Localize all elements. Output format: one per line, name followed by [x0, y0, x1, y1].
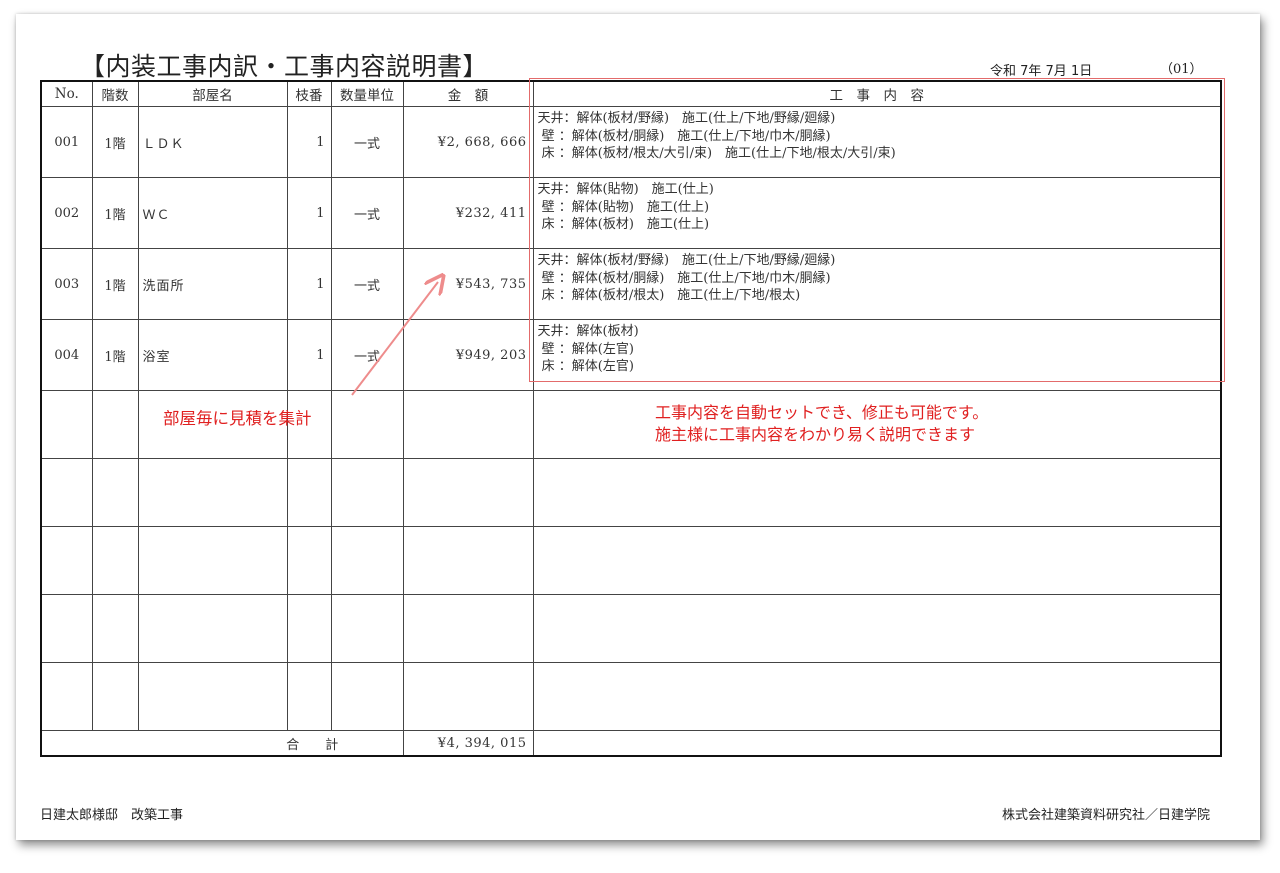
cell-amount: ¥232, 411	[402, 177, 534, 249]
cell-floor: 1階	[91, 106, 139, 178]
cell-no: 004	[40, 319, 93, 391]
page-number: （01）	[1160, 62, 1203, 77]
cell-unit: 一式	[330, 248, 404, 320]
document-title: 【内装工事内訳・工事内容説明書】	[80, 52, 489, 81]
cell-floor: 1階	[91, 177, 139, 249]
note-line: 施主様に工事内容をわかり易く説明できます	[655, 425, 976, 444]
header-branch: 枝番	[286, 80, 332, 107]
cell-no: 001	[40, 106, 93, 178]
cell-branch: 1	[286, 106, 332, 178]
cell-room: ＷＣ	[137, 177, 288, 249]
cell-room: 浴室	[137, 319, 288, 391]
project-name: 日建太郎様邸 改築工事	[40, 808, 184, 823]
company-name: 株式会社建築資料研究社／日建学院	[1001, 808, 1210, 823]
cell-room: 洗面所	[137, 248, 288, 320]
header-floor: 階数	[91, 80, 139, 107]
cell-unit: 一式	[330, 106, 404, 178]
cell-amount: ¥543, 735	[402, 248, 534, 320]
cell-unit: 一式	[330, 319, 404, 391]
empty-row	[40, 594, 1222, 663]
content-highlight-box	[529, 78, 1225, 382]
cell-room: ＬＤＫ	[137, 106, 288, 178]
header-no: No.	[40, 80, 93, 107]
cell-amount: ¥2, 668, 666	[402, 106, 534, 178]
cell-amount: ¥949, 203	[402, 319, 534, 391]
total-amount: ¥4, 394, 015	[402, 730, 534, 757]
header-room: 部屋名	[137, 80, 288, 107]
empty-row	[40, 458, 1222, 527]
cell-branch: 1	[286, 248, 332, 320]
cell-branch: 1	[286, 177, 332, 249]
cell-unit: 一式	[330, 177, 404, 249]
total-row: 合 計 ¥4, 394, 015	[40, 730, 1222, 757]
document-date: 令和 7年 7月 1日	[990, 64, 1093, 79]
total-label: 合 計	[40, 730, 404, 757]
header-qty-unit: 数量単位	[330, 80, 404, 107]
empty-row	[40, 526, 1222, 595]
note-line: 工事内容を自動セットでき、修正も可能です。	[655, 403, 989, 422]
room-summary-note: 部屋毎に見積を集計	[163, 409, 312, 428]
cell-no: 002	[40, 177, 93, 249]
header-amount: 金 額	[402, 80, 534, 107]
cell-branch: 1	[286, 319, 332, 391]
total-content-blank	[532, 730, 1222, 757]
cell-floor: 1階	[91, 319, 139, 391]
cell-no: 003	[40, 248, 93, 320]
content-auto-set-note: 工事内容を自動セットでき、修正も可能です。 施主様に工事内容をわかり易く説明でき…	[655, 402, 988, 446]
cell-floor: 1階	[91, 248, 139, 320]
empty-row	[40, 662, 1222, 731]
